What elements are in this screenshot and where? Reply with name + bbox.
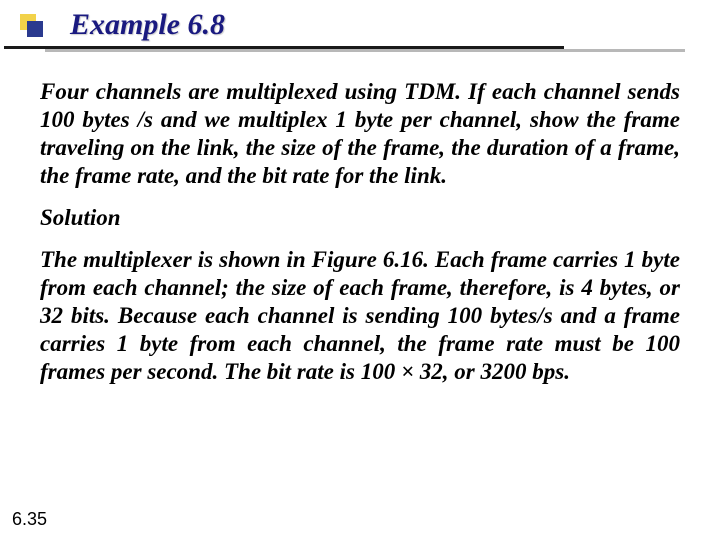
title-bullet-icon xyxy=(20,14,42,36)
title-underline xyxy=(0,46,720,56)
problem-statement: Four channels are multiplexed using TDM.… xyxy=(40,78,680,190)
solution-text: The multiplexer is shown in Figure 6.16.… xyxy=(40,246,680,386)
slide-title: Example 6.8 xyxy=(70,8,225,42)
slide-body: Four channels are multiplexed using TDM.… xyxy=(40,78,680,400)
page-number: 6.35 xyxy=(12,509,47,530)
slide-title-row: Example 6.8 xyxy=(20,6,700,44)
solution-heading: Solution xyxy=(40,204,680,232)
